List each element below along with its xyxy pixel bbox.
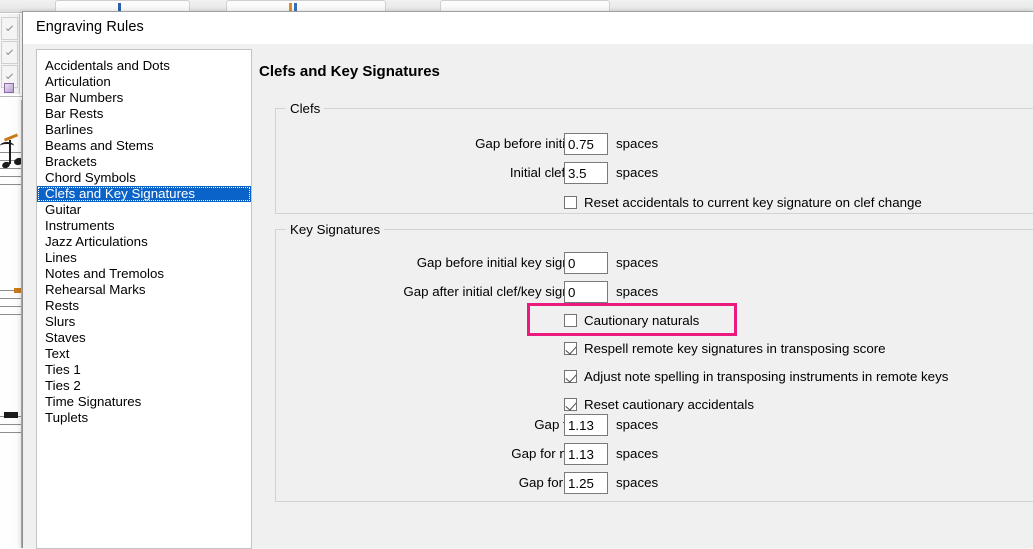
sidebar-item-staves[interactable]: Staves (37, 330, 251, 346)
gap-for-natural-row: Gap for natural spaces (312, 443, 852, 465)
sidebar-item-articulation[interactable]: Articulation (37, 74, 251, 90)
gap-before-initial-key-signature-input[interactable] (564, 252, 608, 274)
sidebar-item-clefs-and-key-signatures[interactable]: Clefs and Key Signatures (37, 186, 251, 202)
cautionary-naturals-checkbox-row[interactable]: Cautionary naturals (564, 310, 699, 330)
key-signatures-groupbox: Key Signatures Gap before initial key si… (275, 222, 1033, 502)
cautionary-naturals-label: Cautionary naturals (584, 312, 700, 328)
dialog-titlebar: Engraving Rules (23, 12, 1033, 44)
adjust-note-spelling-checkbox[interactable] (564, 369, 577, 383)
staff-line (0, 176, 21, 177)
gap-for-natural-input[interactable] (564, 443, 608, 465)
adjust-note-spelling-checkbox-row[interactable]: Adjust note spelling in transposing inst… (564, 366, 948, 386)
gap-for-flat-row: Gap for flat spaces (312, 414, 852, 436)
gap-for-natural-units: spaces (616, 446, 659, 461)
initial-clef-width-units: spaces (616, 165, 659, 180)
rest-mark (4, 412, 18, 418)
gap-after-initial-clef-key-signature-row: Gap after initial clef/key signature spa… (312, 281, 852, 303)
respell-remote-checkbox[interactable] (564, 341, 577, 355)
page-title: Clefs and Key Signatures (259, 63, 440, 80)
rest-mark (14, 288, 21, 293)
clefs-groupbox: Clefs Gap before initial clef spaces Ini… (275, 101, 1033, 214)
staff-line (0, 306, 21, 307)
gap-before-initial-clef-units: spaces (616, 136, 659, 151)
slur (0, 142, 14, 150)
sidebar-item-jazz-articulations[interactable]: Jazz Articulations (37, 234, 251, 250)
gap-after-initial-clef-key-signature-input[interactable] (564, 281, 608, 303)
sidebar-item-beams-and-stems[interactable]: Beams and Stems (37, 138, 251, 154)
gap-before-initial-key-signature-units: spaces (616, 255, 659, 270)
beam (3, 133, 19, 142)
reset-cautionary-accidentals-label: Reset cautionary accidentals (584, 396, 754, 412)
category-listbox[interactable]: Accidentals and Dots Articulation Bar Nu… (36, 49, 252, 549)
reset-accidentals-checkbox[interactable] (564, 195, 577, 209)
reset-cautionary-accidentals-checkbox[interactable] (564, 397, 577, 411)
gap-for-sharp-units: spaces (616, 475, 659, 490)
staff-line (0, 432, 21, 433)
check-icon (5, 47, 14, 56)
staff-line (0, 424, 21, 425)
palette-swatch-icon[interactable] (4, 83, 14, 93)
list-top-padding (37, 50, 251, 58)
sidebar-item-accidentals-and-dots[interactable]: Accidentals and Dots (37, 58, 251, 74)
gap-before-initial-key-signature-row: Gap before initial key signature spaces (312, 252, 852, 274)
ribbon-tab-2-icon-a (289, 3, 292, 11)
key-signatures-group-label: Key Signatures (286, 222, 385, 237)
staff-line (0, 184, 21, 185)
sidebar-item-brackets[interactable]: Brackets (37, 154, 251, 170)
check-icon (5, 71, 14, 80)
sidebar-item-instruments[interactable]: Instruments (37, 218, 251, 234)
note-head-icon (13, 156, 21, 167)
sidebar-item-barlines[interactable]: Barlines (37, 122, 251, 138)
sidebar-item-notes-and-tremolos[interactable]: Notes and Tremolos (37, 266, 251, 282)
gap-before-initial-clef-input[interactable] (564, 133, 608, 155)
left-toolbar (0, 14, 20, 94)
reset-accidentals-label: Reset accidentals to current key signatu… (584, 194, 922, 210)
sidebar-item-guitar[interactable]: Guitar (37, 202, 251, 218)
engraving-rules-dialog: Engraving Rules Accidentals and Dots Art… (22, 11, 1033, 549)
toolbar-button-2[interactable] (1, 41, 18, 64)
ribbon-tab-1-icon (118, 3, 121, 11)
reset-accidentals-checkbox-row[interactable]: Reset accidentals to current key signatu… (564, 192, 922, 212)
staff-line (0, 314, 21, 315)
gap-for-flat-input[interactable] (564, 414, 608, 436)
sidebar-item-ties-2[interactable]: Ties 2 (37, 378, 251, 394)
sidebar-item-text[interactable]: Text (37, 346, 251, 362)
sidebar-item-rests[interactable]: Rests (37, 298, 251, 314)
sidebar-item-slurs[interactable]: Slurs (37, 314, 251, 330)
reset-cautionary-accidentals-checkbox-row[interactable]: Reset cautionary accidentals (564, 394, 754, 414)
check-icon (5, 23, 14, 32)
gap-for-sharp-row: Gap for sharp spaces (312, 472, 852, 494)
staff-line (0, 298, 21, 299)
dialog-title: Engraving Rules (36, 19, 144, 35)
sidebar-item-tuplets[interactable]: Tuplets (37, 410, 251, 426)
sidebar-item-lines[interactable]: Lines (37, 250, 251, 266)
staff-line (0, 152, 21, 153)
gap-for-flat-units: spaces (616, 417, 659, 432)
clefs-group-label: Clefs (286, 101, 325, 116)
gap-after-initial-clef-key-signature-units: spaces (616, 284, 659, 299)
initial-clef-width-input[interactable] (564, 162, 608, 184)
respell-remote-label: Respell remote key signatures in transpo… (584, 340, 886, 356)
toolbar-divider (0, 96, 22, 97)
sidebar-item-chord-symbols[interactable]: Chord Symbols (37, 170, 251, 186)
sidebar-item-bar-rests[interactable]: Bar Rests (37, 106, 251, 122)
initial-clef-width-row: Initial clef width spaces (312, 162, 852, 184)
score-page-background (0, 100, 22, 548)
sidebar-item-ties-1[interactable]: Ties 1 (37, 362, 251, 378)
toolbar-button-1[interactable] (1, 17, 18, 40)
gap-before-initial-clef-row: Gap before initial clef spaces (312, 133, 852, 155)
sidebar-item-time-signatures[interactable]: Time Signatures (37, 394, 251, 410)
cautionary-naturals-checkbox[interactable] (564, 313, 577, 327)
sidebar-item-bar-numbers[interactable]: Bar Numbers (37, 90, 251, 106)
gap-for-sharp-input[interactable] (564, 472, 608, 494)
respell-remote-checkbox-row[interactable]: Respell remote key signatures in transpo… (564, 338, 886, 358)
adjust-note-spelling-label: Adjust note spelling in transposing inst… (584, 368, 949, 384)
ribbon-tab-2-icon-b (294, 3, 297, 11)
sidebar-item-rehearsal-marks[interactable]: Rehearsal Marks (37, 282, 251, 298)
